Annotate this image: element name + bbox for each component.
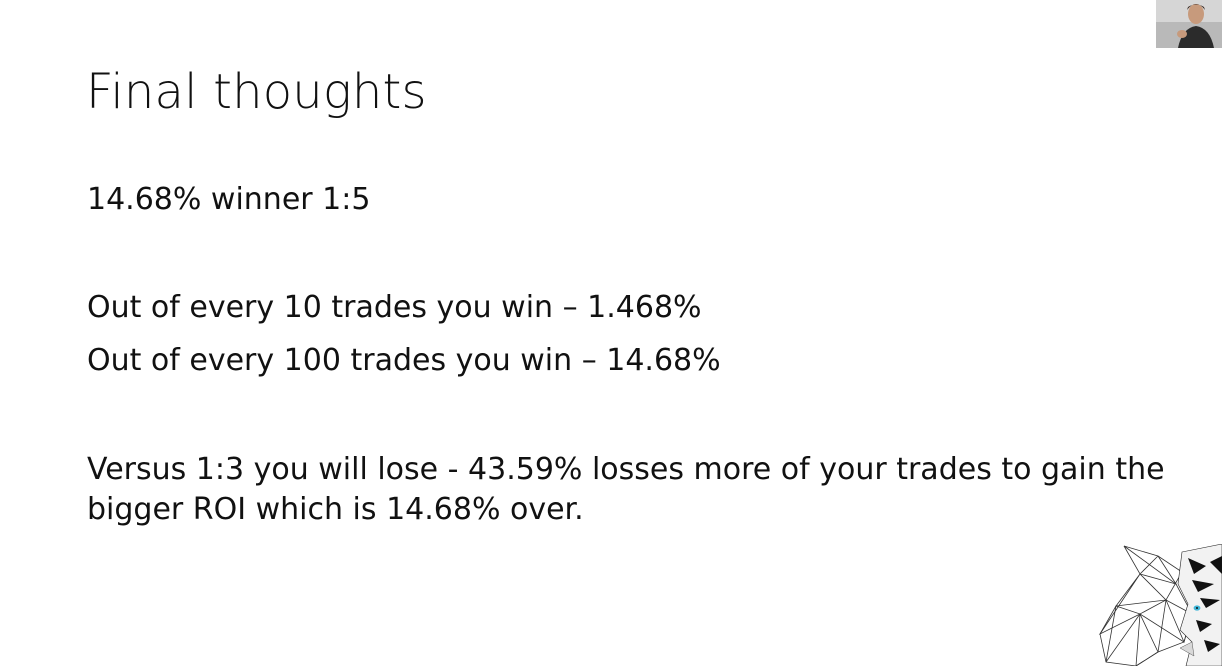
geometric-tiger-logo-icon bbox=[1096, 543, 1222, 667]
presenter-webcam-icon bbox=[1156, 0, 1222, 48]
ten-trades-line: Out of every 10 trades you win – 1.468% bbox=[87, 290, 702, 325]
slide-title: Final thoughts bbox=[86, 64, 427, 120]
slide: Final thoughts 14.68% winner 1:5 Out of … bbox=[0, 0, 1222, 667]
comparison-paragraph: Versus 1:3 you will lose - 43.59% losses… bbox=[87, 450, 1177, 530]
comparison-line-2: bigger ROI which is 14.68% over. bbox=[87, 492, 584, 527]
hundred-trades-line: Out of every 100 trades you win – 14.68% bbox=[87, 343, 721, 378]
winner-ratio-line: 14.68% winner 1:5 bbox=[87, 182, 371, 217]
comparison-line-1: Versus 1:3 you will lose - 43.59% losses… bbox=[87, 452, 1165, 487]
